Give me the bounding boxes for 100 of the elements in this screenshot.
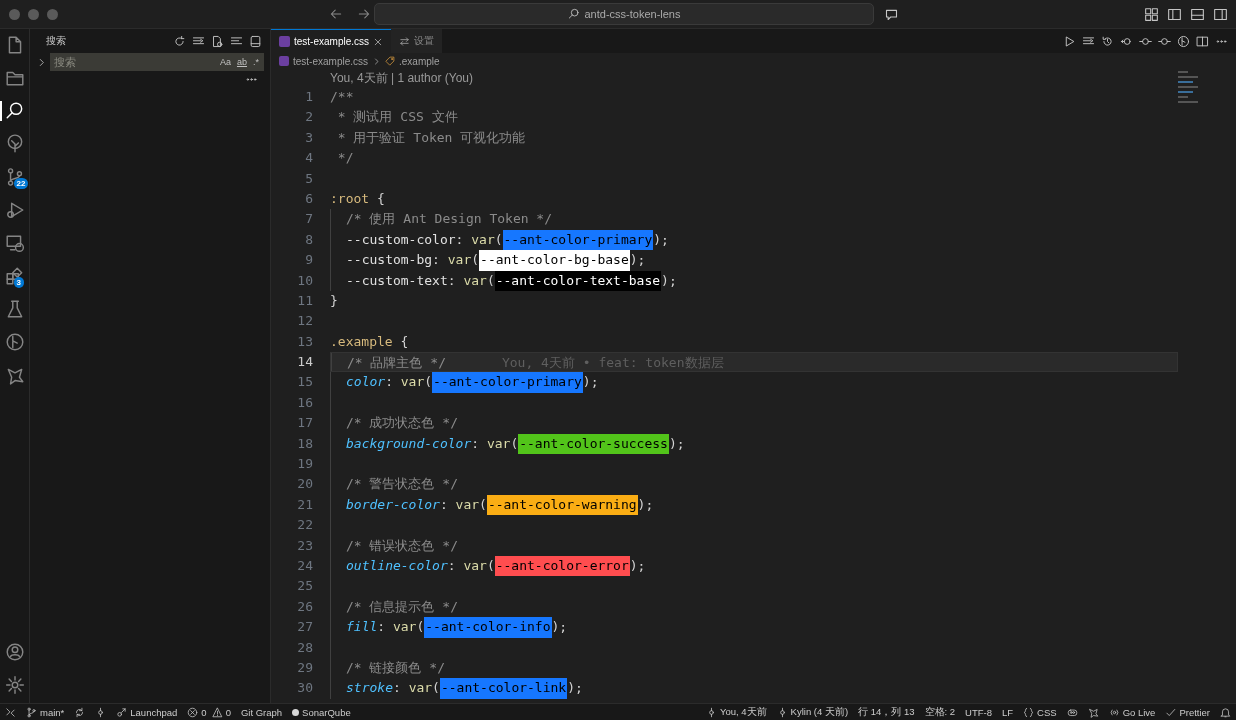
- run-icon[interactable]: [1063, 34, 1076, 48]
- code-comment: /* 品牌主色 */: [347, 354, 446, 372]
- status-item[interactable]: Launchpad: [111, 706, 183, 718]
- search-field[interactable]: 搜索 Aa ab .*: [50, 53, 264, 71]
- launchpad-icon: [116, 706, 128, 718]
- status-item[interactable]: 0: [206, 706, 236, 718]
- secondary-sidebar-icon[interactable]: [1213, 6, 1228, 22]
- window-title: antd-css-token-lens: [584, 8, 681, 20]
- zoom-window-button[interactable]: [47, 8, 58, 20]
- search-icon: [567, 8, 580, 20]
- line-number: 19: [296, 455, 314, 474]
- function-name: var: [471, 230, 495, 249]
- back-arrow-icon[interactable]: [329, 7, 343, 21]
- search-option-toggle[interactable]: .*: [251, 57, 261, 67]
- warning-icon: [211, 706, 223, 718]
- css-selector: .example: [330, 332, 393, 351]
- close-icon[interactable]: [373, 36, 384, 47]
- code-punctuation: (: [486, 271, 495, 290]
- status-item[interactable]: Go Live: [1103, 706, 1161, 718]
- editor-tab[interactable]: 设置: [391, 29, 443, 53]
- code-punctuation: :: [377, 618, 387, 637]
- minimize-window-button[interactable]: [28, 8, 39, 20]
- code-comment: /**: [330, 88, 354, 106]
- color-token-highlight[interactable]: --ant-color-warning: [486, 494, 638, 516]
- color-token-highlight[interactable]: --ant-color-primary: [502, 229, 654, 251]
- history-icon[interactable]: [1101, 34, 1114, 48]
- color-token-highlight[interactable]: --ant-color-bg-base: [479, 250, 630, 271]
- code-comment: /* 成功状态色 */: [346, 414, 458, 433]
- bell-icon: [1220, 706, 1231, 718]
- code-punctuation: );: [668, 434, 685, 453]
- color-token-highlight[interactable]: --ant-color-info: [424, 617, 552, 638]
- line-number: 20: [296, 475, 314, 494]
- search-option-toggle[interactable]: ab: [234, 57, 249, 67]
- status-item[interactable]: You, 4天前: [701, 705, 772, 719]
- git-graph-icon[interactable]: [1177, 34, 1190, 48]
- breadcrumb-item[interactable]: test-example.css: [293, 55, 369, 67]
- color-token-highlight[interactable]: --ant-color-text-base: [494, 270, 662, 291]
- run-debug-icon[interactable]: [4, 200, 25, 220]
- status-item[interactable]: Git Graph: [235, 706, 288, 718]
- function-name: var: [486, 434, 511, 453]
- code-punctuation: );: [661, 271, 677, 290]
- editor-tab[interactable]: test-example.css: [271, 29, 392, 53]
- search-icon[interactable]: [4, 101, 25, 121]
- css-file-icon: [279, 56, 289, 66]
- status-item[interactable]: SonarQube: [287, 706, 356, 718]
- code-punctuation: );: [582, 373, 599, 392]
- search-option-toggle[interactable]: Aa: [217, 57, 233, 67]
- function-name: var: [408, 679, 433, 698]
- sidebar-toggle-icon[interactable]: [1167, 6, 1182, 22]
- minimap-drawing: [1178, 71, 1200, 103]
- extensions-icon[interactable]: [4, 266, 25, 286]
- account-icon[interactable]: [4, 642, 25, 662]
- code-punctuation: :: [439, 495, 449, 514]
- status-item[interactable]: Prettier: [1160, 706, 1215, 718]
- color-token-highlight[interactable]: --ant-color-link: [439, 678, 568, 699]
- status-item[interactable]: 空格: 2: [919, 705, 961, 719]
- panel-toggle-icon[interactable]: [1190, 6, 1205, 22]
- status-dot: [292, 708, 300, 716]
- extension-icon: [1087, 706, 1099, 718]
- function-name: var: [463, 557, 487, 575]
- color-token-highlight[interactable]: --ant-color-success: [518, 433, 669, 455]
- function-name: var: [463, 271, 487, 290]
- css-selector: :root: [330, 189, 370, 208]
- breadcrumb-item[interactable]: .example: [399, 55, 440, 67]
- custom-property-name: --custom-bg: [346, 251, 433, 270]
- command-center[interactable]: antd-css-token-lens: [374, 3, 874, 25]
- new-search-editor-icon[interactable]: [211, 34, 224, 48]
- code-comment: /* 链接颜色 */: [346, 658, 445, 677]
- code-punctuation: );: [567, 679, 583, 698]
- git-graph-icon[interactable]: [4, 332, 25, 352]
- split-editor-icon[interactable]: [1196, 34, 1209, 48]
- codelens-text[interactable]: You, 4天前 | 1 author (You): [271, 69, 1236, 87]
- forward-arrow-icon[interactable]: [357, 7, 371, 21]
- line-number: 22: [296, 516, 314, 535]
- status-item[interactable]: LF: [997, 706, 1019, 718]
- layout-grid-icon[interactable]: [1144, 6, 1159, 22]
- function-name: var: [447, 251, 472, 270]
- settings-icon[interactable]: [4, 675, 25, 695]
- line-number: 30: [296, 679, 314, 698]
- close-window-button[interactable]: [9, 8, 20, 20]
- status-item[interactable]: 0: [182, 706, 207, 718]
- css-file-icon: [279, 36, 290, 47]
- css-property: outline-color: [346, 557, 448, 575]
- color-token-highlight[interactable]: --ant-color-error: [494, 556, 630, 577]
- function-name: var: [400, 373, 425, 392]
- line-number: 12: [296, 312, 314, 331]
- status-item[interactable]: main*: [21, 706, 70, 718]
- refresh-icon[interactable]: [173, 34, 186, 48]
- status-item[interactable]: 行 14，列 13: [853, 705, 920, 719]
- color-token-highlight[interactable]: --ant-color-primary: [432, 372, 583, 393]
- remote-monitor-icon[interactable]: [4, 233, 25, 253]
- line-number: 7: [304, 210, 314, 229]
- code-punctuation: );: [629, 557, 646, 575]
- css-property: color: [346, 373, 386, 392]
- view-as-tree-icon[interactable]: [249, 34, 262, 48]
- status-item[interactable]: CSS: [1018, 706, 1062, 718]
- status-item[interactable]: UTF-8: [960, 706, 997, 718]
- code-comment: /* 错误状态色 */: [346, 536, 458, 555]
- count-badge: 22: [13, 178, 29, 189]
- status-item[interactable]: Kylin (4 天前): [771, 705, 854, 719]
